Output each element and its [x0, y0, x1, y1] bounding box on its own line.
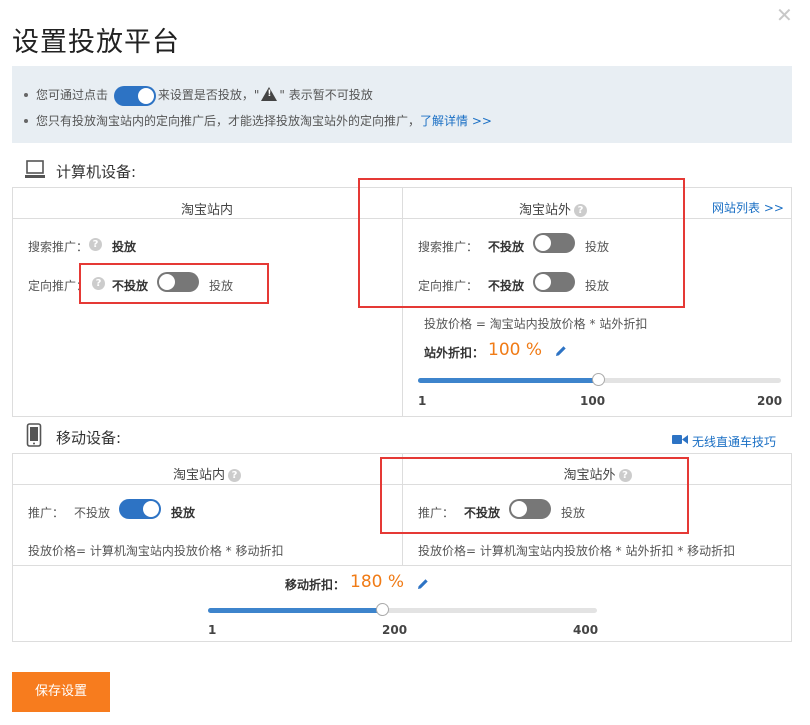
- promo-off-label: 不投放: [74, 506, 111, 520]
- slider-min: 1: [418, 394, 427, 408]
- mobile-outside-promo-toggle[interactable]: [509, 499, 551, 519]
- slider-max: 200: [757, 394, 783, 408]
- heading-text: 淘宝站外: [518, 203, 571, 218]
- save-settings-button[interactable]: 保存设置: [12, 672, 110, 712]
- mobile-outside-heading: 淘宝站外?: [403, 464, 792, 483]
- computer-icon: [25, 160, 45, 178]
- mobile-discount-value: 180 %: [350, 572, 405, 592]
- toggle-example-icon: [113, 85, 156, 106]
- promo-off-label: 不投放: [464, 506, 501, 520]
- close-icon[interactable]: ✕: [776, 5, 793, 25]
- help-icon[interactable]: ?: [574, 204, 587, 217]
- bullet-icon: [24, 118, 28, 123]
- notice-text: 您只有投放淘宝站内的定向推广后，才能选择投放淘宝站外的定向推广，: [36, 114, 421, 128]
- outside-discount-label: 站外折扣：: [424, 346, 485, 360]
- slider-fill: [418, 378, 599, 383]
- promo-on-label: 投放: [561, 506, 586, 520]
- heading-text: 淘宝站内: [172, 468, 225, 483]
- slider-mid: 200: [382, 623, 408, 637]
- outside-discount-slider[interactable]: [418, 373, 781, 386]
- divider: [12, 565, 792, 566]
- learn-more-link[interactable]: 了解详情 >>: [420, 114, 492, 128]
- targeted-off-label: 不投放: [112, 279, 149, 293]
- mobile-inside-price-formula: 投放价格= 计算机淘宝站内投放价格 * 移动折扣: [28, 544, 284, 558]
- computer-inside-heading: 淘宝站内: [180, 203, 233, 218]
- computer-inside-targeted-toggle[interactable]: [157, 272, 199, 292]
- bullet-icon: [24, 92, 28, 97]
- notice-panel: 您可通过点击 来设置是否投放，" " 表示暂不可投放 您只有投放淘宝站内的定向推广…: [12, 66, 792, 143]
- notice-text: " 表示暂不可投放: [279, 88, 373, 102]
- dialog-title: 设置投放平台: [12, 27, 180, 58]
- computer-section-title: 计算机设备:: [56, 163, 137, 181]
- slider-fill: [208, 608, 383, 613]
- slider-thumb[interactable]: [592, 373, 605, 386]
- computer-outside-heading: 淘宝站外?: [403, 199, 703, 218]
- mobile-tips-link[interactable]: 无线直通车技巧: [692, 433, 776, 450]
- slider-max: 400: [573, 623, 599, 637]
- targeted-on-label: 投放: [585, 279, 610, 293]
- search-off-label: 不投放: [488, 240, 525, 254]
- heading-text: 淘宝站外: [563, 468, 616, 483]
- computer-outside-targeted-toggle[interactable]: [533, 272, 575, 292]
- mobile-inside-promo-toggle[interactable]: [119, 499, 161, 519]
- mobile-discount-label: 移动折扣：: [285, 578, 346, 592]
- targeted-promo-label: 定向推广：: [418, 279, 479, 293]
- warning-icon: [261, 87, 278, 101]
- mobile-discount-slider[interactable]: [208, 603, 597, 616]
- computer-outside-search-toggle[interactable]: [533, 233, 575, 253]
- promo-on-label: 投放: [171, 506, 196, 520]
- mobile-outside-price-formula: 投放价格= 计算机淘宝站内投放价格 * 站外折扣 * 移动折扣: [418, 544, 736, 558]
- help-icon[interactable]: ?: [89, 238, 102, 251]
- search-promo-label: 搜索推广：: [28, 240, 89, 254]
- targeted-off-label: 不投放: [488, 279, 525, 293]
- notice-line-1: 您可通过点击 来设置是否投放，" " 表示暂不可投放: [24, 85, 373, 106]
- mobile-promo-label: 推广：: [28, 506, 65, 520]
- mobile-inside-heading: 淘宝站内?: [12, 464, 402, 483]
- help-icon[interactable]: ?: [228, 469, 241, 482]
- outside-discount-value: 100 %: [488, 340, 543, 360]
- edit-pencil-icon[interactable]: [416, 577, 430, 591]
- search-promo-value: 投放: [112, 240, 137, 254]
- slider-thumb[interactable]: [376, 603, 389, 616]
- help-icon[interactable]: ?: [618, 469, 632, 482]
- search-on-label: 投放: [585, 240, 610, 254]
- mobile-phone-icon: [26, 423, 42, 447]
- mobile-promo-label: 推广：: [418, 506, 455, 520]
- search-promo-label: 搜索推广：: [418, 240, 479, 254]
- site-list-link[interactable]: 网站列表 >>: [712, 199, 784, 216]
- notice-text: 来设置是否投放，": [157, 88, 260, 102]
- video-camera-icon[interactable]: [672, 434, 688, 445]
- targeted-on-label: 投放: [209, 279, 234, 293]
- help-icon[interactable]: ?: [92, 277, 105, 290]
- notice-line-2: 您只有投放淘宝站内的定向推广后，才能选择投放淘宝站外的定向推广，了解详情 >>: [24, 112, 492, 129]
- edit-pencil-icon[interactable]: [554, 344, 568, 358]
- mobile-section-title: 移动设备:: [56, 429, 122, 447]
- outside-price-formula: 投放价格 = 淘宝站内投放价格 * 站外折扣: [424, 317, 648, 331]
- slider-mid: 100: [580, 394, 606, 408]
- slider-min: 1: [208, 623, 217, 637]
- notice-text: 您可通过点击: [36, 88, 109, 102]
